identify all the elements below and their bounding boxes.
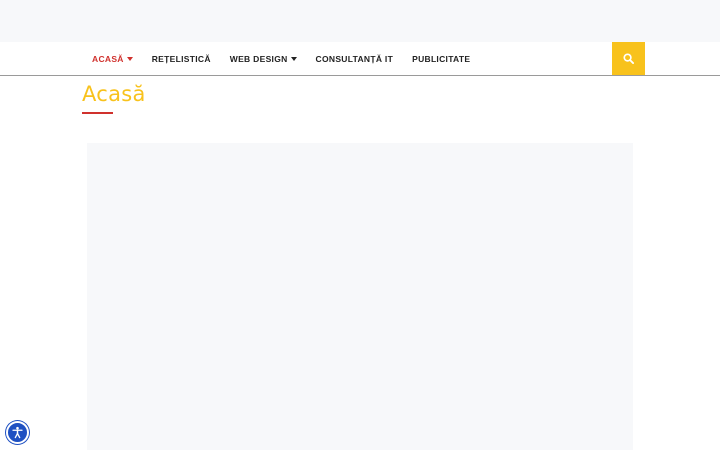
nav-item-consultanta-it[interactable]: CONSULTANȚĂ IT xyxy=(316,42,394,75)
content-frame xyxy=(87,143,633,450)
title-underline xyxy=(82,112,113,114)
accessibility-icon xyxy=(12,426,23,439)
nav-item-label: PUBLICITATE xyxy=(412,53,471,64)
nav-item-web-design[interactable]: WEB DESIGN xyxy=(230,42,297,75)
top-band xyxy=(0,0,720,42)
search-icon xyxy=(623,53,634,64)
accessibility-button[interactable] xyxy=(6,421,29,444)
nav-item-label: WEB DESIGN xyxy=(229,53,288,64)
main-navbar: ACASĂ REȚELISTICĂ WEB DESIGN CONSULTANȚĂ… xyxy=(0,42,720,76)
nav-item-label: REȚELISTICĂ xyxy=(151,53,211,64)
caret-down-icon xyxy=(290,56,297,61)
nav-item-retelistica[interactable]: REȚELISTICĂ xyxy=(152,42,211,75)
page-title: Acasă xyxy=(82,82,146,106)
search-button[interactable] xyxy=(612,42,645,75)
nav-item-label: CONSULTANȚĂ IT xyxy=(315,53,394,64)
nav-menu: ACASĂ REȚELISTICĂ WEB DESIGN CONSULTANȚĂ… xyxy=(92,42,489,75)
nav-item-publicitate[interactable]: PUBLICITATE xyxy=(412,42,470,75)
nav-item-acasa[interactable]: ACASĂ xyxy=(92,42,133,75)
caret-down-icon xyxy=(126,56,133,61)
nav-item-label: ACASĂ xyxy=(92,53,124,64)
